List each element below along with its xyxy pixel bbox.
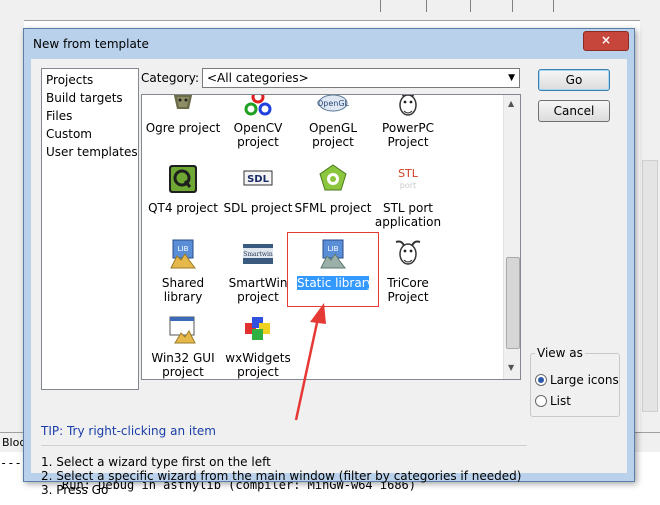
template-label: application (374, 215, 442, 229)
smartwin-icon: Smartwin (243, 244, 273, 264)
template-item-wxwidgets[interactable]: wxWidgets project (220, 313, 296, 379)
wizard-type-user-templates[interactable]: User templates (46, 145, 138, 159)
dialog-title: New from template (33, 37, 149, 51)
instructions: 1. Select a wizard type first on the lef… (41, 445, 527, 505)
category-select[interactable]: <All categories> ▼ (202, 68, 520, 88)
instruction-line: 2. Select a specific wizard from the mai… (41, 469, 522, 483)
ogre-icon (173, 95, 193, 109)
template-item-smartwin[interactable]: Smartwin SmartWin project (220, 238, 296, 308)
instruction-line: 1. Select a wizard type first on the lef… (41, 455, 271, 469)
go-button[interactable]: Go (538, 69, 610, 91)
scroll-down-icon[interactable]: ▼ (508, 363, 514, 372)
background-toolbar (0, 0, 660, 21)
qt-icon (169, 165, 197, 193)
template-item-stlport[interactable]: STL port STL port application (370, 163, 446, 233)
radio-label: List (550, 394, 571, 408)
annotation-highlight-box (287, 232, 379, 307)
svg-text:OpenGL: OpenGL (317, 99, 349, 108)
svg-text:STL: STL (398, 167, 419, 180)
radio-checked-icon[interactable] (535, 374, 547, 386)
opengl-icon: OpenGL (317, 95, 349, 112)
gnu-icon (399, 95, 417, 116)
view-as-legend: View as (535, 346, 585, 360)
sfml-icon (319, 164, 347, 191)
svg-text:port: port (400, 181, 416, 190)
template-label: STL port (382, 201, 434, 215)
template-item-powerpc[interactable]: PowerPC Project (370, 95, 446, 159)
library-icon: LIB (170, 239, 196, 269)
category-label: Category: (141, 71, 199, 85)
view-as-group: View as Large icons List (530, 346, 620, 417)
template-grid-scrollbar[interactable]: ▲ ▼ (503, 95, 520, 379)
gnu-icon (395, 240, 421, 265)
background-tab-label[interactable]: Bloc (2, 436, 25, 449)
scroll-up-icon[interactable]: ▲ (508, 99, 514, 108)
scrollbar-thumb[interactable] (506, 257, 520, 349)
wizard-type-custom[interactable]: Custom (46, 127, 92, 141)
instruction-line: 3. Press Go (41, 483, 109, 497)
template-item-sdl[interactable]: SDL SDL project (220, 163, 296, 233)
template-item-tricore[interactable]: TriCore Project (370, 238, 446, 308)
divider (41, 445, 527, 446)
tip-text: TIP: Try right-clicking an item (41, 424, 216, 438)
template-label: PowerPC (382, 121, 434, 135)
background-scrollbar[interactable] (642, 160, 658, 412)
background-right-panel (640, 20, 660, 440)
radio-list[interactable]: List (535, 394, 617, 408)
close-button[interactable]: × (583, 31, 629, 51)
win32-icon (169, 316, 196, 344)
radio-label: Large icons (550, 373, 619, 387)
svg-text:LIB: LIB (178, 245, 189, 253)
opencv-icon (244, 95, 272, 116)
svg-text:SDL: SDL (247, 174, 270, 185)
template-label: Project (387, 135, 429, 149)
cancel-button[interactable]: Cancel (538, 100, 610, 122)
chevron-down-icon: ▼ (508, 73, 515, 83)
wizard-type-projects[interactable]: Projects (46, 73, 93, 87)
radio-unchecked-icon[interactable] (535, 395, 547, 407)
background-left-panel (0, 20, 24, 440)
stl-icon: STL port (398, 167, 419, 190)
template-label: wxWidgets (225, 351, 291, 365)
wizard-type-build-targets[interactable]: Build targets (46, 91, 123, 105)
svg-text:Smartwin: Smartwin (243, 251, 273, 258)
dialog-titlebar[interactable]: New from template × (24, 29, 634, 59)
sdl-icon: SDL (243, 170, 273, 186)
template-label: project (237, 365, 279, 379)
radio-large-icons[interactable]: Large icons (535, 373, 619, 387)
wizard-type-files[interactable]: Files (46, 109, 72, 123)
wxwidgets-icon (245, 317, 270, 340)
category-select-value: <All categories> (207, 71, 309, 85)
template-item-qt4[interactable]: QT4 project (145, 163, 221, 233)
wizard-type-list[interactable]: Projects Build targets Files Custom User… (41, 68, 139, 390)
